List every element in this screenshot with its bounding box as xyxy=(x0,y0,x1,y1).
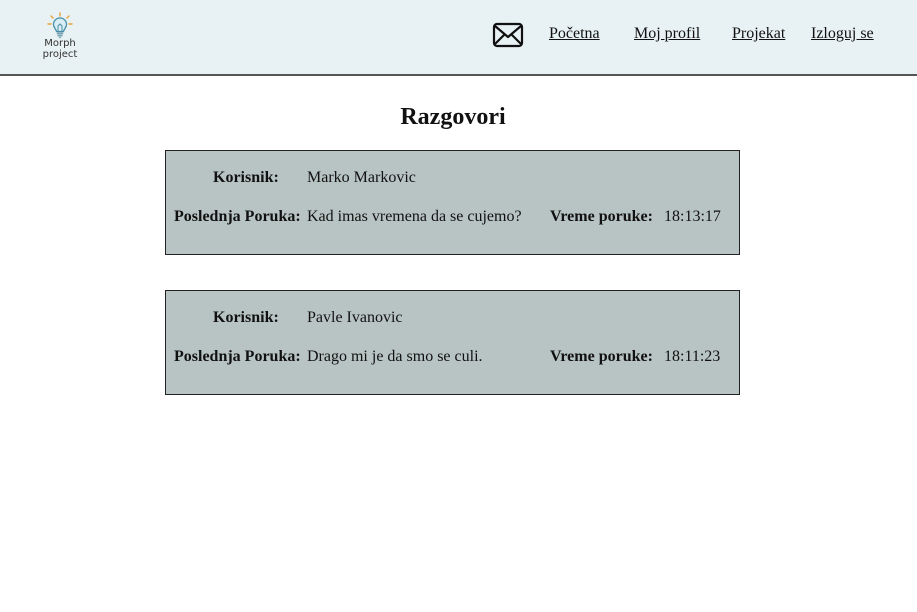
message-time-value: 18:13:17 xyxy=(664,208,721,225)
user-name: Marko Markovic xyxy=(307,169,416,186)
page-title: Razgovori xyxy=(400,104,506,130)
conversation-card[interactable]: Korisnik: Marko Markovic Poslednja Poruk… xyxy=(165,150,740,255)
nav-link-my-profile[interactable]: Moj profil xyxy=(634,25,700,43)
user-label: Korisnik: xyxy=(213,169,279,186)
logo-text-line2: project xyxy=(42,49,78,60)
nav-link-home[interactable]: Početna xyxy=(549,25,600,43)
nav-link-logout[interactable]: Izloguj se xyxy=(811,25,874,43)
conversation-card[interactable]: Korisnik: Pavle Ivanovic Poslednja Poruk… xyxy=(165,290,740,395)
message-time-label: Vreme poruke: xyxy=(550,348,653,365)
user-label: Korisnik: xyxy=(213,309,279,326)
logo-text: Morph project xyxy=(38,38,82,60)
last-message-label: Poslednja Poruka: xyxy=(174,348,301,365)
envelope-icon[interactable] xyxy=(492,22,524,48)
last-message-text: Kad imas vremena da se cujemo? xyxy=(307,208,522,225)
last-message-label: Poslednja Poruka: xyxy=(174,208,301,225)
logo-text-line1: Morph xyxy=(44,38,76,49)
message-time-value: 18:11:23 xyxy=(664,348,721,365)
lightbulb-icon xyxy=(47,12,73,39)
morph-project-logo[interactable]: Morph project xyxy=(38,10,82,64)
nav-link-project[interactable]: Projekat xyxy=(732,25,785,43)
user-name: Pavle Ivanovic xyxy=(307,309,403,326)
message-time-label: Vreme poruke: xyxy=(550,208,653,225)
last-message-text: Drago mi je da smo se culi. xyxy=(307,348,483,365)
top-navbar: Morph project Početna Moj profil Projeka… xyxy=(0,0,917,76)
